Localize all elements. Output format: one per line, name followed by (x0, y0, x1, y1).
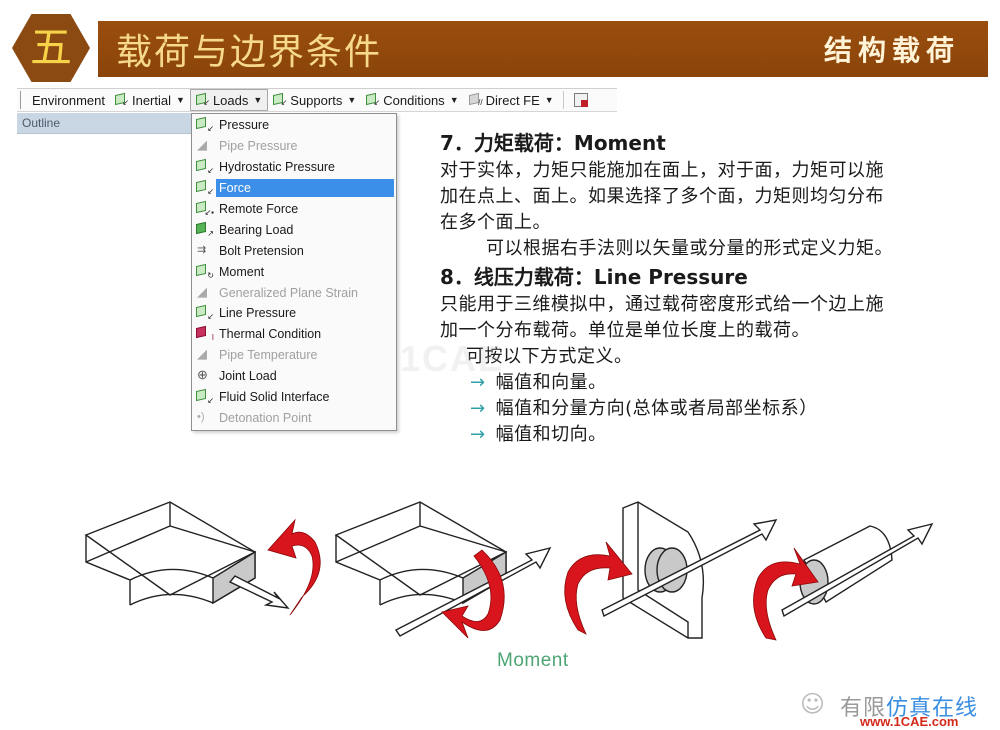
footer-logo: ☺ 有限仿真在线 www.1CAE.com (800, 688, 1000, 730)
thermal-condition-icon: ǀ (196, 326, 214, 342)
toolbar-inertial-button[interactable]: ↙ Inertial ▼ (110, 89, 190, 111)
menu-item-bearing-load[interactable]: ↗ Bearing Load (192, 219, 396, 240)
detonation-point-icon: •) (197, 410, 205, 423)
watermark: 1CAE (400, 338, 505, 379)
section-7-note: 可以根据右手法则以矢量或分量的形式定义力矩。 (486, 238, 893, 259)
moment-illustrations (84, 501, 934, 641)
environment-toolbar: Environment ↙ Inertial ▼ ↙ Loads ▼ ↙ Sup… (17, 88, 617, 112)
toolbar-inertial-label: Inertial (131, 92, 172, 108)
wechat-icon: ☺ (800, 690, 826, 718)
menu-item-pipe-temperature[interactable]: ◢ Pipe Temperature (192, 345, 396, 366)
solid-block-moment-figure (334, 501, 552, 637)
chevron-down-icon: ▼ (544, 95, 554, 105)
chevron-down-icon: ▼ (253, 95, 263, 105)
toolbar-direct-fe-label: Direct FE (485, 92, 540, 108)
section-8-line: 加一个分布载荷。单位是单位长度上的载荷。 (440, 320, 810, 341)
worksheet-icon[interactable] (573, 93, 588, 107)
pressure-icon: ↙ (196, 117, 214, 133)
joint-load-icon: ⊕ (197, 367, 208, 383)
menu-item-line-pressure[interactable]: ↙ Line Pressure (192, 303, 396, 324)
cube-icon: ↙ (366, 92, 380, 107)
pipe-pressure-icon: ◢ (197, 137, 207, 153)
page-subtitle: 结构载荷 (823, 34, 960, 67)
fluid-solid-interface-icon: ↙ (196, 388, 214, 405)
section-7-line: 对于实体，力矩只能施加在面上，对于面，力矩可以施 (440, 160, 884, 181)
section-8-bullet: → 幅值和分量方向(总体或者局部坐标系） (440, 396, 980, 422)
line-pressure-icon: ↙ (196, 305, 214, 321)
cube-icon: ↙ (114, 92, 129, 107)
solid-block-moment-figure (84, 501, 290, 609)
pipe-temperature-icon: ◢ (197, 346, 207, 362)
menu-item-fluid-solid-interface[interactable]: ↙ Fluid Solid Interface (192, 387, 396, 408)
arrow-right-icon: → (470, 424, 486, 445)
direct-fe-icon: // (468, 92, 483, 107)
toolbar-loads-label: Loads (212, 92, 249, 108)
hydrostatic-pressure-icon: ↙ (196, 159, 214, 175)
loads-dropdown-menu: ↙ Pressure ◢ Pipe Pressure ↙ Hydrostatic… (191, 113, 397, 431)
menu-item-hydrostatic-pressure[interactable]: ↙ Hydrostatic Pressure (192, 157, 396, 178)
menu-item-thermal-condition[interactable]: ǀ Thermal Condition (192, 324, 396, 345)
outline-label: Outline (22, 116, 61, 130)
figure-caption: Moment (497, 650, 569, 671)
toolbar-supports-label: Supports (290, 92, 343, 108)
chevron-down-icon: ▼ (347, 95, 357, 105)
moment-icon: ↻ (196, 263, 214, 279)
menu-item-force[interactable]: ↙ Force (192, 178, 396, 199)
cube-icon: ↙ (195, 92, 210, 107)
chapter-badge: 五 (12, 14, 90, 82)
title-bar: 载荷与边界条件 结构载荷 (98, 21, 988, 77)
section-7-heading: 7．力矩载荷：Moment (440, 131, 666, 155)
bolt-pretension-icon: ⇉ (197, 243, 207, 256)
section-8-intro: 可按以下方式定义。 (466, 346, 633, 367)
plane-strain-icon: ◢ (197, 283, 207, 299)
logo-url: www.1CAE.com (860, 714, 959, 729)
menu-item-remote-force[interactable]: ↙▪ Remote Force (192, 199, 396, 220)
force-icon: ↙ (196, 180, 214, 196)
outline-panel-header: Outline (17, 113, 192, 134)
menu-item-joint-load[interactable]: ⊕ Joint Load (192, 366, 396, 387)
toolbar-environment[interactable]: Environment (27, 89, 110, 111)
section-7-line: 加在点上、面上。如果选择了多个面，力矩则均匀分布 (440, 186, 884, 207)
chevron-down-icon: ▼ (176, 95, 185, 105)
page-title: 载荷与边界条件 (116, 32, 383, 73)
remote-force-icon: ↙▪ (196, 200, 214, 217)
cube-icon: ↙ (273, 92, 287, 107)
slide-text: 7．力矩载荷：Moment 对于实体，力矩只能施加在面上，对于面，力矩可以施 加… (440, 128, 980, 448)
toolbar-supports-button[interactable]: ↙ Supports ▼ (268, 89, 361, 111)
toolbar-environment-label: Environment (32, 92, 105, 108)
menu-item-detonation-point[interactable]: •) Detonation Point (192, 407, 396, 428)
toolbar-conditions-label: Conditions (383, 92, 445, 108)
section-8-bullet: → 幅值和向量。 (440, 370, 980, 396)
toolbar-separator (562, 91, 564, 109)
section-8-heading: 8．线压力载荷：Line Pressure (440, 265, 748, 289)
menu-item-bolt-pretension[interactable]: ⇉ Bolt Pretension (192, 240, 396, 261)
moment-arrow-3 (564, 541, 633, 635)
toolbar-loads-button[interactable]: ↙ Loads ▼ (189, 89, 269, 111)
toolbar-conditions-button[interactable]: ↙ Conditions ▼ (361, 89, 463, 111)
toolbar-direct-fe-button[interactable]: // Direct FE ▼ (464, 89, 559, 111)
arrow-right-icon: → (470, 398, 486, 419)
bearing-load-icon: ↗ (196, 221, 214, 237)
section-7-line: 在多个面上。 (440, 212, 551, 233)
menu-item-moment[interactable]: ↻ Moment (192, 261, 396, 282)
menu-item-pipe-pressure[interactable]: ◢ Pipe Pressure (192, 136, 396, 157)
menu-item-pressure[interactable]: ↙ Pressure (192, 115, 396, 136)
toolbar-grip[interactable] (20, 91, 23, 109)
chapter-number: 五 (29, 23, 72, 72)
section-8-line: 只能用于三维模拟中，通过载荷密度形式给一个边上施 (440, 294, 884, 315)
chevron-down-icon: ▼ (449, 95, 459, 105)
menu-item-generalized-plane-strain[interactable]: ◢ Generalized Plane Strain (192, 282, 396, 303)
section-8-bullet: → 幅值和切向。 (440, 422, 980, 448)
